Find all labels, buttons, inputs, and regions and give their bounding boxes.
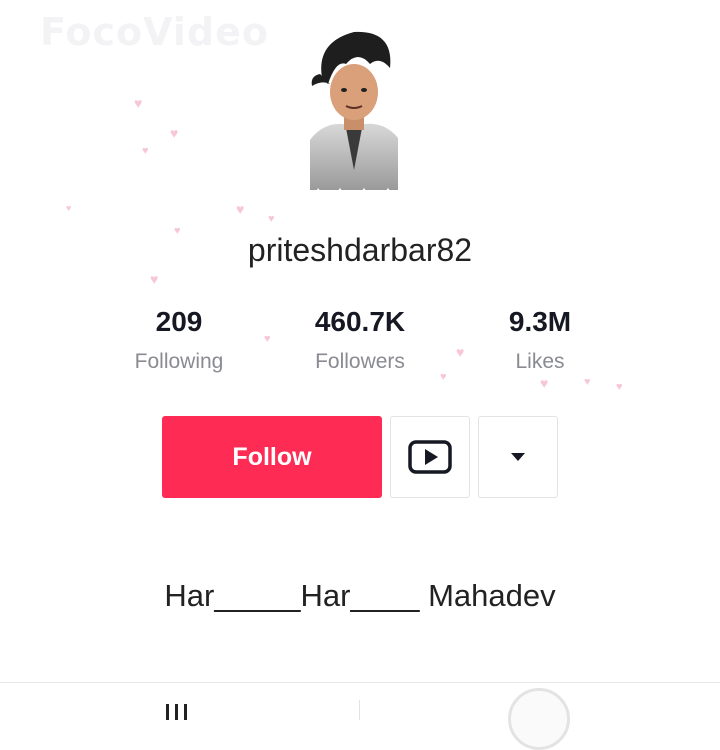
- stat-label: Likes: [515, 350, 565, 373]
- heart-icon: ♥: [268, 213, 275, 225]
- avatar-photo: [310, 31, 398, 196]
- caret-down-icon: [511, 453, 525, 461]
- heart-icon: ♥: [150, 271, 159, 287]
- stat-following[interactable]: 209 Following: [99, 306, 259, 374]
- heart-icon: ♥: [134, 95, 143, 111]
- heart-icon: ♥: [170, 125, 179, 141]
- more-options-button[interactable]: [478, 416, 558, 498]
- avatar[interactable]: [306, 20, 402, 196]
- stat-followers[interactable]: 460.7K Followers: [280, 306, 440, 374]
- youtube-icon: [408, 440, 452, 474]
- tab-separator: [359, 700, 360, 720]
- watermark: FocoVideo: [40, 10, 270, 54]
- videos-grid-icon[interactable]: [166, 704, 193, 725]
- youtube-button[interactable]: [390, 416, 470, 498]
- stat-value: 209: [155, 306, 203, 337]
- liked-icon[interactable]: [508, 688, 570, 750]
- heart-icon: ♥: [142, 145, 149, 157]
- stat-value: 9.3M: [508, 306, 572, 337]
- heart-icon: ♥: [236, 201, 245, 217]
- tab-divider: [0, 682, 720, 683]
- profile-bio: Har_____Har____ Mahadev: [164, 578, 556, 613]
- username: priteshdarbar82: [247, 232, 473, 268]
- stat-label: Following: [134, 350, 224, 373]
- stat-label: Followers: [315, 350, 405, 373]
- profile-stats: 209 Following 460.7K Followers 9.3M Like…: [0, 306, 720, 386]
- heart-icon: ♥: [66, 203, 72, 213]
- stat-value: 460.7K: [314, 306, 406, 337]
- stat-likes: 9.3M Likes: [460, 306, 620, 374]
- follow-button[interactable]: Follow: [162, 416, 382, 498]
